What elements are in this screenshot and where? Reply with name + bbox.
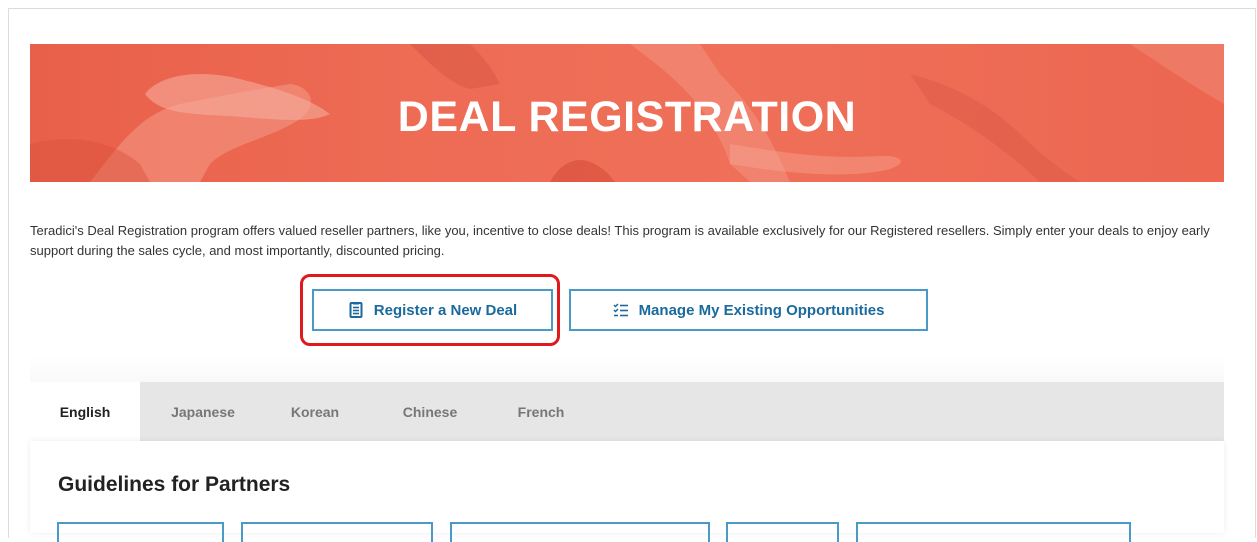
register-new-deal-label: Register a New Deal (373, 301, 518, 319)
tab-korean[interactable]: Korean (280, 382, 350, 441)
guideline-card[interactable] (856, 522, 1131, 542)
checklist-icon (613, 302, 629, 318)
tab-japanese[interactable]: Japanese (158, 382, 248, 441)
hero-banner: DEAL REGISTRATION (30, 44, 1224, 182)
document-icon (348, 302, 364, 318)
tab-french-label: French (517, 403, 565, 420)
tab-chinese[interactable]: Chinese (390, 382, 470, 441)
intro-paragraph: Teradici's Deal Registration program off… (30, 223, 1210, 258)
tab-english[interactable]: English (30, 382, 140, 441)
manage-opportunities-button[interactable]: Manage My Existing Opportunities (569, 289, 928, 331)
guideline-card[interactable] (450, 522, 710, 542)
tab-french[interactable]: French (506, 382, 576, 441)
tab-japanese-label: Japanese (171, 403, 235, 420)
language-tabs: English Japanese Korean Chinese French (30, 382, 1224, 441)
guideline-card[interactable] (726, 522, 839, 542)
register-new-deal-button[interactable]: Register a New Deal (312, 289, 553, 331)
guideline-card[interactable] (57, 522, 224, 542)
tab-chinese-label: Chinese (402, 403, 458, 420)
tab-english-label: English (59, 403, 111, 420)
manage-opportunities-label: Manage My Existing Opportunities (638, 301, 885, 319)
tab-korean-label: Korean (290, 403, 340, 420)
guidelines-heading: Guidelines for Partners (58, 473, 291, 496)
page-title: DEAL REGISTRATION (397, 93, 857, 141)
guideline-card[interactable] (241, 522, 433, 542)
